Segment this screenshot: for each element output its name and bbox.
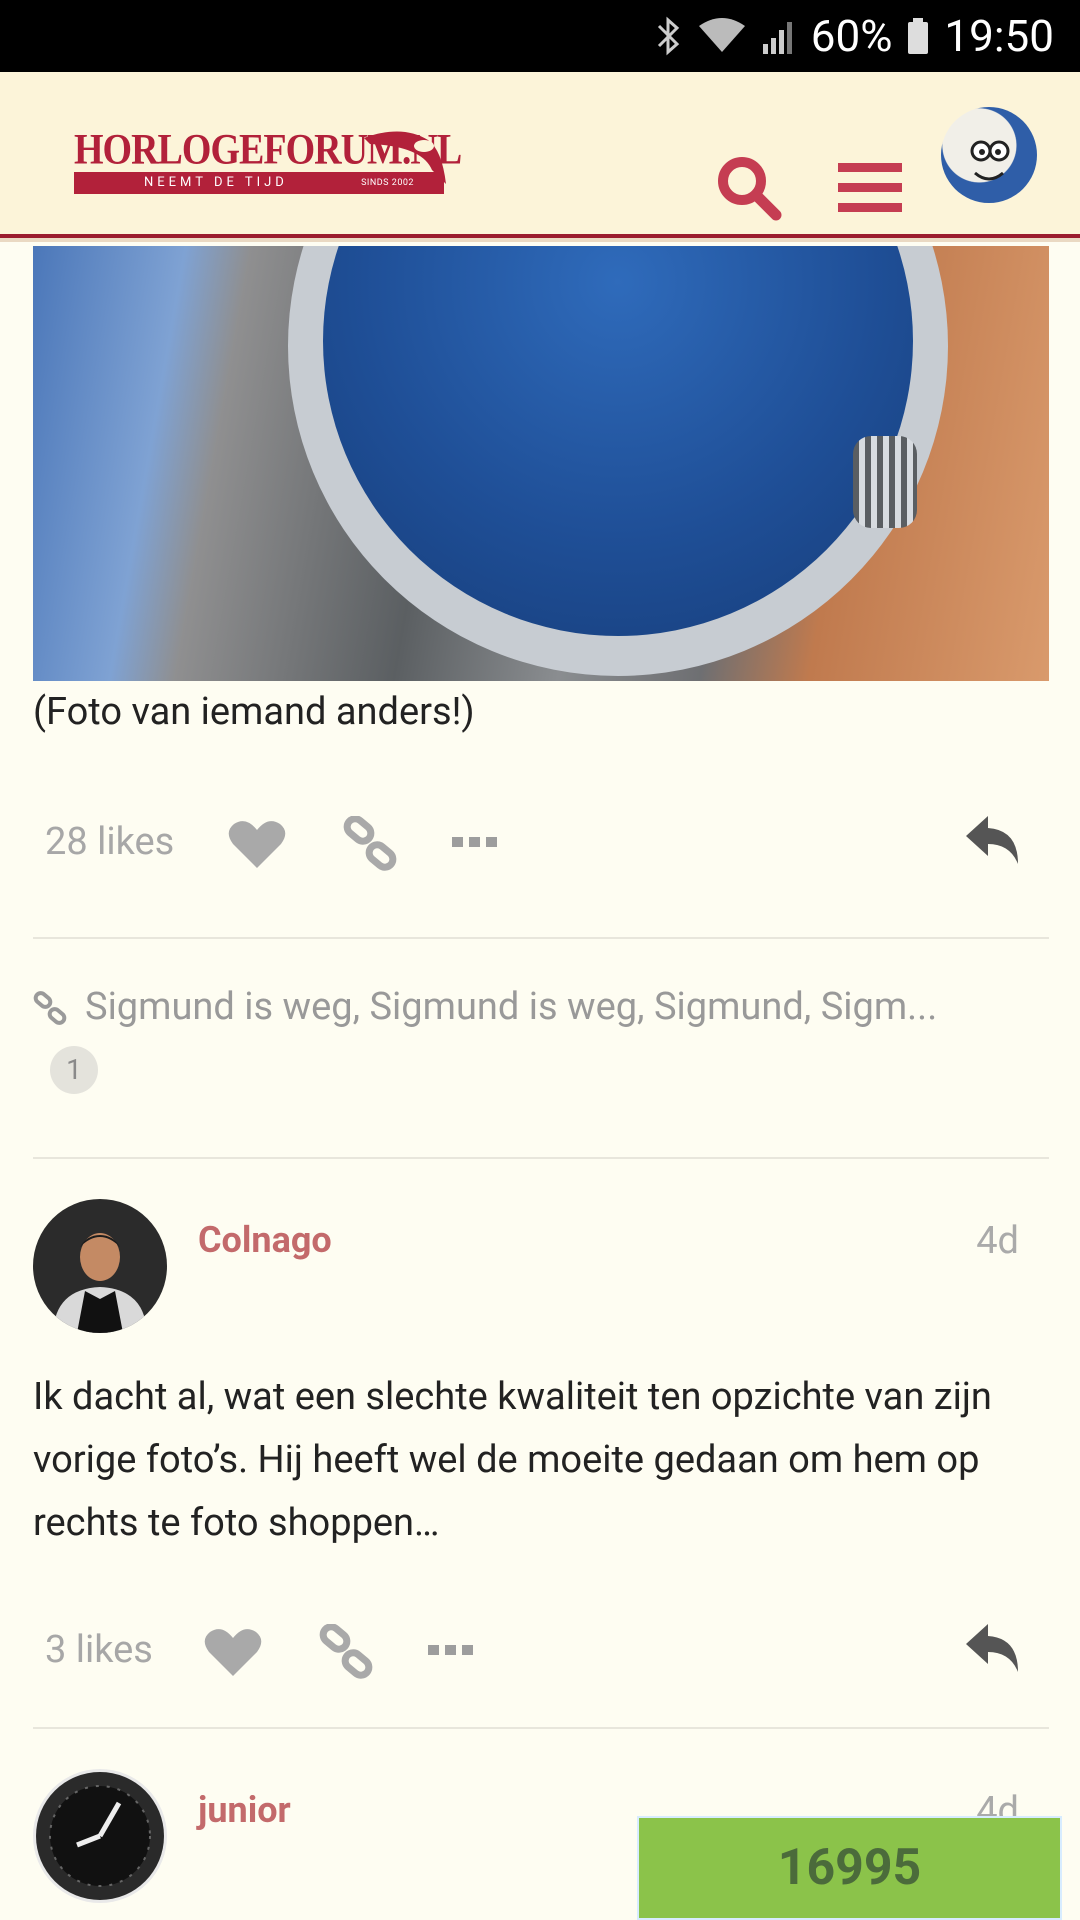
hamburger-menu-icon[interactable] <box>838 161 902 219</box>
bluetooth-icon <box>655 16 683 56</box>
clock: 19:50 <box>944 10 1054 62</box>
signal-icon <box>761 16 797 56</box>
post-username[interactable]: junior <box>198 1789 291 1831</box>
status-bar: 60% 19:50 <box>0 0 1080 72</box>
user-avatar-colnago[interactable] <box>33 1199 167 1333</box>
site-header: HORLOGEFORUM.NL NEEMT DE TIJD SINDS 2002 <box>0 72 1080 238</box>
post-actions: 28 likes <box>0 810 1080 880</box>
share-link-icon[interactable] <box>342 815 398 876</box>
post-header: Colnago 4d <box>0 1199 1080 1339</box>
wifi-icon <box>697 16 747 56</box>
like-heart-icon[interactable] <box>228 818 286 874</box>
user-avatar[interactable] <box>941 107 1037 203</box>
linked-topics-text[interactable]: Sigmund is weg, Sigmund is weg, Sigmund,… <box>85 985 937 1029</box>
site-logo[interactable]: HORLOGEFORUM.NL NEEMT DE TIJD SINDS 2002 <box>74 128 468 198</box>
share-link-icon[interactable] <box>318 1623 374 1684</box>
logo-since: SINDS 2002 <box>361 178 414 188</box>
post-watch-image[interactable] <box>33 246 1049 681</box>
post-divider <box>33 1157 1049 1159</box>
post-body: Ik dacht al, wat een slechte kwaliteit t… <box>33 1375 992 1545</box>
overlay-counter: 16995 <box>637 1816 1062 1920</box>
logo-tagline: NEEMT DE TIJD <box>144 175 288 190</box>
post-username[interactable]: Colnago <box>198 1219 332 1261</box>
post-actions: 3 likes <box>0 1618 1080 1688</box>
search-icon[interactable] <box>714 153 784 227</box>
battery-percent: 60% <box>810 10 893 62</box>
link-icon <box>33 991 67 1029</box>
link-count-badge: 1 <box>50 1046 98 1094</box>
likes-count[interactable]: 3 likes <box>45 1628 153 1672</box>
like-heart-icon[interactable] <box>204 1626 262 1682</box>
more-options-icon[interactable] <box>428 1642 474 1661</box>
post-date[interactable]: 4d <box>976 1219 1019 1263</box>
reply-icon[interactable] <box>964 814 1022 870</box>
user-avatar-junior[interactable] <box>33 1769 167 1903</box>
logo-strip: NEEMT DE TIJD SINDS 2002 <box>74 172 444 194</box>
post-divider <box>33 1727 1049 1729</box>
reply-icon[interactable] <box>964 1622 1022 1678</box>
battery-icon <box>906 16 930 56</box>
watch-crown <box>853 436 917 528</box>
post-caption: (Foto van iemand anders!) <box>33 690 475 734</box>
likes-count[interactable]: 28 likes <box>45 820 174 864</box>
post-divider <box>33 937 1049 939</box>
more-options-icon[interactable] <box>452 834 498 853</box>
